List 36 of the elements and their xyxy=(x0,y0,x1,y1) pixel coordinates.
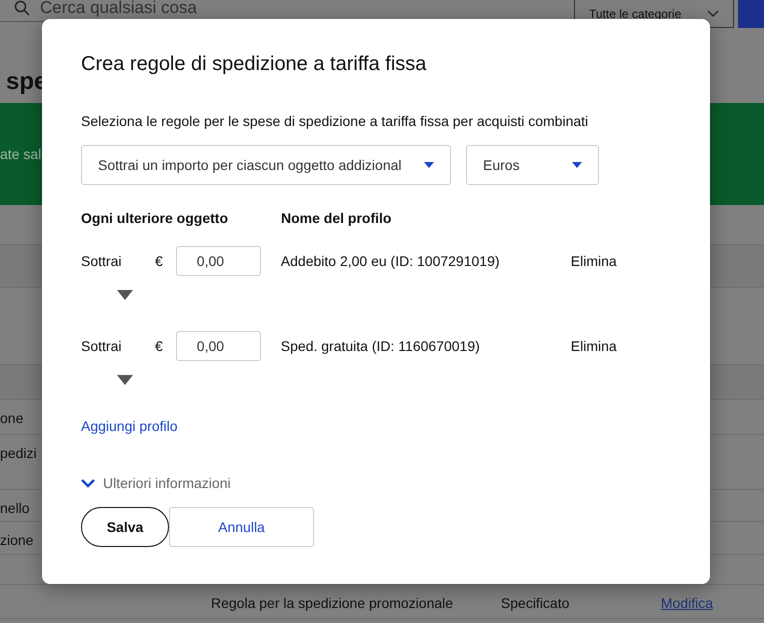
save-button[interactable]: Salva xyxy=(81,507,169,547)
chevron-icon xyxy=(81,478,95,488)
delete-link[interactable]: Elimina xyxy=(570,246,617,276)
more-info-toggle[interactable]: Ulteriori informazioni xyxy=(81,473,231,493)
cancel-button[interactable]: Annulla xyxy=(169,507,314,547)
profile-name: Sped. gratuita (ID: 1160670019) xyxy=(280,337,481,356)
add-profile-link[interactable]: Aggiungi profilo xyxy=(81,416,178,436)
operation-dropdown[interactable]: Sottrai xyxy=(81,331,151,385)
operation-dropdown[interactable]: Sottrai xyxy=(81,246,151,300)
select-field[interactable]: Sottrai un importo per ciascun oggetto addizional xyxy=(81,145,451,185)
row-label: one xyxy=(0,409,24,428)
amount-field[interactable]: 0,00 xyxy=(176,246,261,276)
currency-symbol: € xyxy=(155,337,163,356)
banner-text: ate sal xyxy=(0,144,42,164)
rule-name: Regola per la spedizione promozionale xyxy=(211,594,454,613)
caret-icon xyxy=(117,290,133,300)
delete-link[interactable]: Elimina xyxy=(570,331,617,361)
caret-icon xyxy=(424,162,434,168)
chevron-icon xyxy=(707,10,719,18)
search-field[interactable]: Cerca qualsiasi cosa xyxy=(38,0,438,22)
select-field[interactable]: Euros xyxy=(466,145,599,185)
caret-icon xyxy=(572,162,582,168)
row-label: pedizi xyxy=(0,444,37,463)
caret-icon xyxy=(117,375,133,385)
dialog-title: Crea regole di spedizione a tariffa fissa xyxy=(81,52,428,76)
row-label: zione xyxy=(0,531,34,550)
profile-name: Addebito 2,00 eu (ID: 1007291019) xyxy=(280,252,501,271)
column-header: Ogni ulteriore oggetto xyxy=(81,209,229,228)
rule-status: Specificato xyxy=(500,594,570,613)
search-button[interactable] xyxy=(738,0,764,28)
amount-field[interactable]: 0,00 xyxy=(176,331,261,361)
currency-symbol: € xyxy=(155,252,163,271)
row-label: nello xyxy=(0,499,30,518)
column-header: Nome del profilo xyxy=(281,209,392,228)
intro-text: Seleziona le regole per le spese di spedizione a tariffa fissa per acquisti combinati xyxy=(81,112,590,131)
search-icon xyxy=(14,0,30,16)
